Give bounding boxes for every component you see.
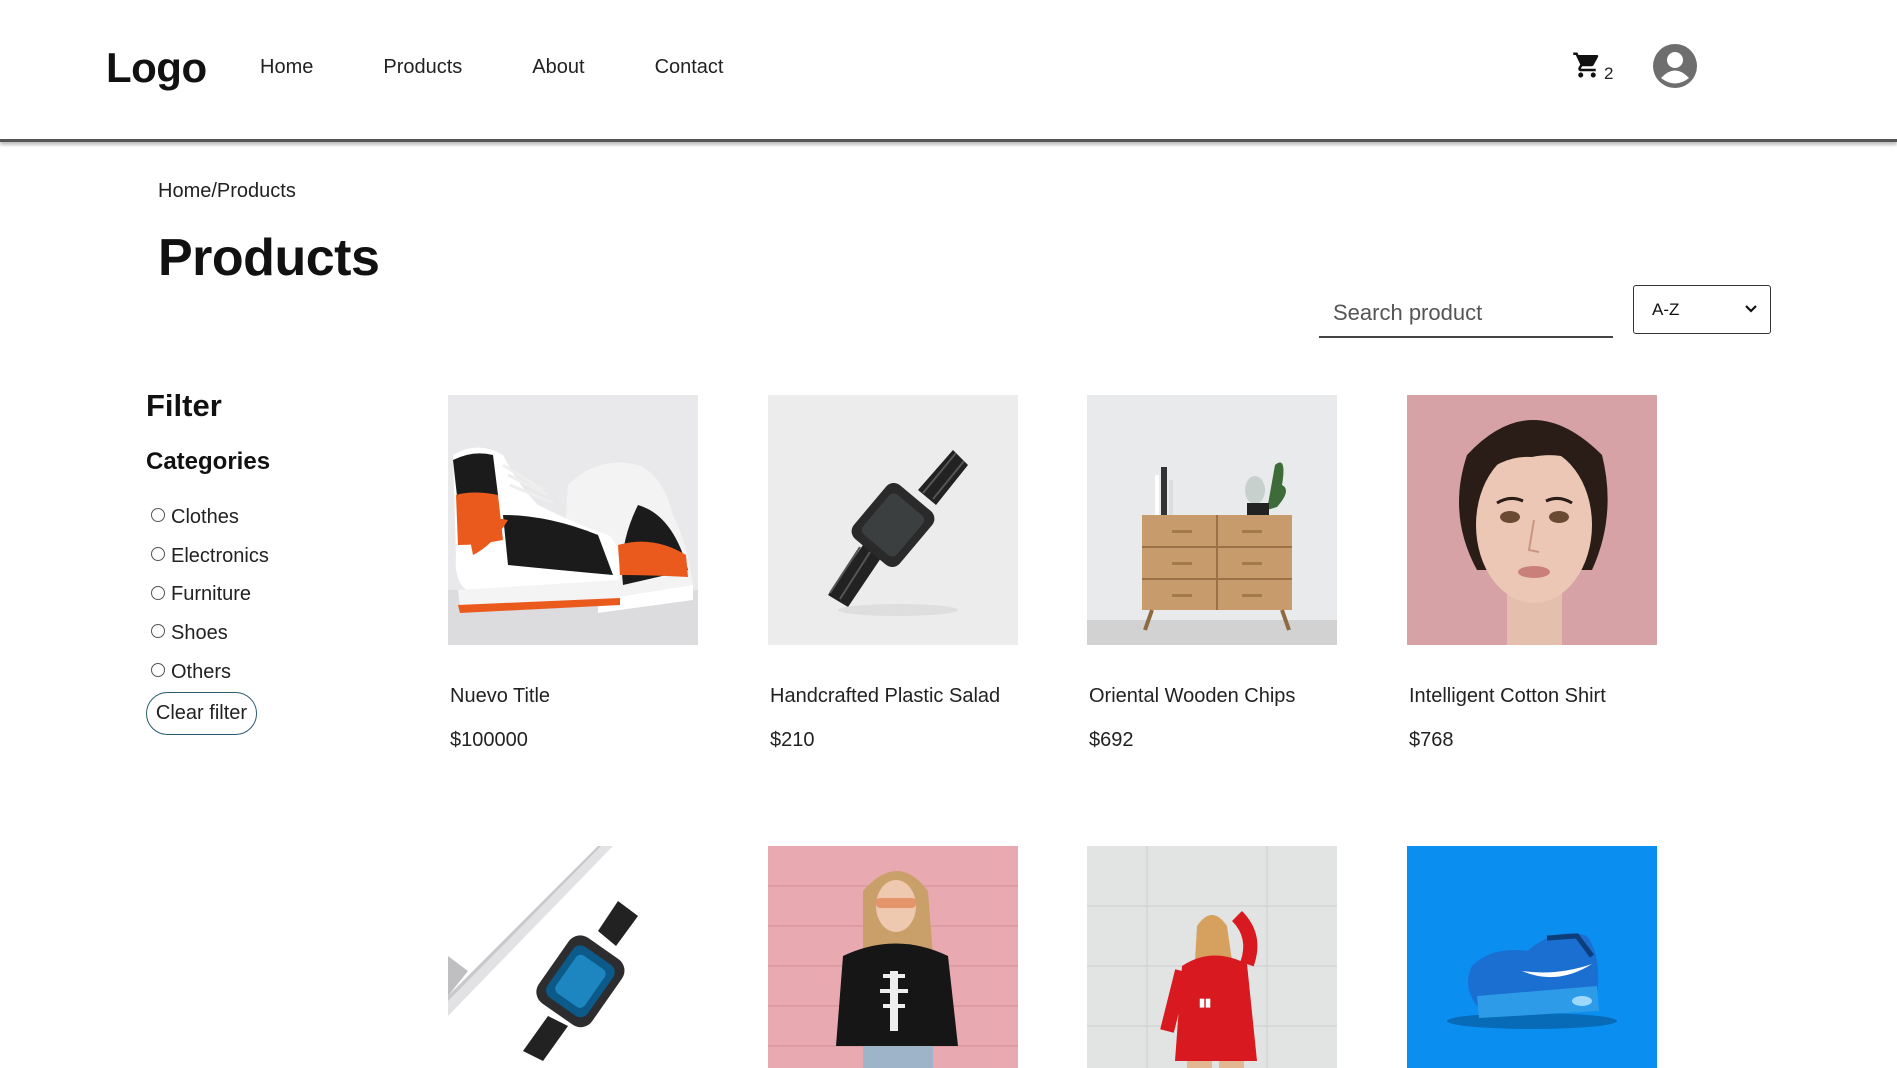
filter-heading: Filter xyxy=(146,388,222,423)
nav-home[interactable]: Home xyxy=(260,56,313,79)
chevron-down-icon xyxy=(1745,305,1757,313)
product-card[interactable]: Handcrafted Plastic Salad $210 xyxy=(768,395,1018,751)
category-furniture[interactable]: Furniture xyxy=(151,575,269,614)
red-sweatshirt-image[interactable]: ▮▮ xyxy=(1087,846,1337,1068)
category-clothes[interactable]: Clothes xyxy=(151,498,269,537)
product-card[interactable]: Intelligent Cotton Shirt $768 xyxy=(1407,395,1657,751)
category-radio[interactable] xyxy=(151,547,165,562)
nav-about[interactable]: About xyxy=(532,56,584,79)
main-nav: Home Products About Contact xyxy=(260,56,794,79)
blue-sneaker-image[interactable] xyxy=(1407,846,1657,1068)
product-title[interactable]: Oriental Wooden Chips xyxy=(1089,685,1295,708)
user-icon xyxy=(1653,44,1697,88)
product-title[interactable]: Nuevo Title xyxy=(450,685,550,708)
skeleton-tshirt-image[interactable] xyxy=(768,846,1018,1068)
category-label: Furniture xyxy=(171,583,252,606)
category-radio[interactable] xyxy=(151,585,165,600)
black-watch-image[interactable] xyxy=(768,395,1018,645)
search-input[interactable] xyxy=(1319,290,1613,338)
category-electronics[interactable]: Electronics xyxy=(151,537,269,576)
product-card[interactable]: Oriental Wooden Chips $692 xyxy=(1087,395,1337,751)
sort-selected-value: A-Z xyxy=(1652,299,1680,319)
category-label: Others xyxy=(171,660,232,683)
category-radio[interactable] xyxy=(151,663,165,678)
category-radio[interactable] xyxy=(151,508,165,523)
category-label: Shoes xyxy=(171,621,228,644)
sort-select[interactable]: A-Z xyxy=(1633,285,1771,334)
woman-portrait-image[interactable] xyxy=(1407,395,1657,645)
cart-count-badge: 2 xyxy=(1604,64,1614,83)
product-title[interactable]: Handcrafted Plastic Salad xyxy=(770,685,1000,708)
product-price: $692 xyxy=(1089,729,1134,751)
category-list: Clothes Electronics Furniture Shoes Othe… xyxy=(151,498,269,691)
product-price: $768 xyxy=(1409,729,1454,751)
cart-icon xyxy=(1573,52,1599,78)
svg-text:▮▮: ▮▮ xyxy=(1199,997,1211,1009)
sneakers-image[interactable] xyxy=(448,395,698,645)
nav-contact[interactable]: Contact xyxy=(655,56,724,79)
breadcrumb[interactable]: Home/Products xyxy=(158,180,296,203)
product-card[interactable] xyxy=(448,846,698,1068)
cart-button[interactable]: 2 xyxy=(1572,50,1618,86)
page-title: Products xyxy=(158,229,380,287)
smartwatch-image[interactable] xyxy=(448,846,698,1068)
site-header: Logo Home Products About Contact 2 xyxy=(0,0,1897,142)
clear-filter-button[interactable]: Clear filter xyxy=(146,692,257,735)
category-label: Clothes xyxy=(171,505,239,528)
category-others[interactable]: Others xyxy=(151,653,269,692)
category-shoes[interactable]: Shoes xyxy=(151,614,269,653)
nav-products[interactable]: Products xyxy=(383,56,462,79)
product-price: $210 xyxy=(770,729,815,751)
product-title[interactable]: Intelligent Cotton Shirt xyxy=(1409,685,1606,708)
category-label: Electronics xyxy=(171,544,269,567)
logo[interactable]: Logo xyxy=(106,44,207,92)
product-card[interactable] xyxy=(768,846,1018,1068)
product-card[interactable]: ▮▮ xyxy=(1087,846,1337,1068)
product-card[interactable]: Nuevo Title $100000 xyxy=(448,395,698,751)
categories-heading: Categories xyxy=(146,448,271,475)
product-card[interactable] xyxy=(1407,846,1657,1068)
user-avatar[interactable] xyxy=(1652,43,1698,89)
category-radio[interactable] xyxy=(151,624,165,639)
wooden-dresser-image[interactable] xyxy=(1087,395,1337,645)
product-price: $100000 xyxy=(450,729,528,751)
